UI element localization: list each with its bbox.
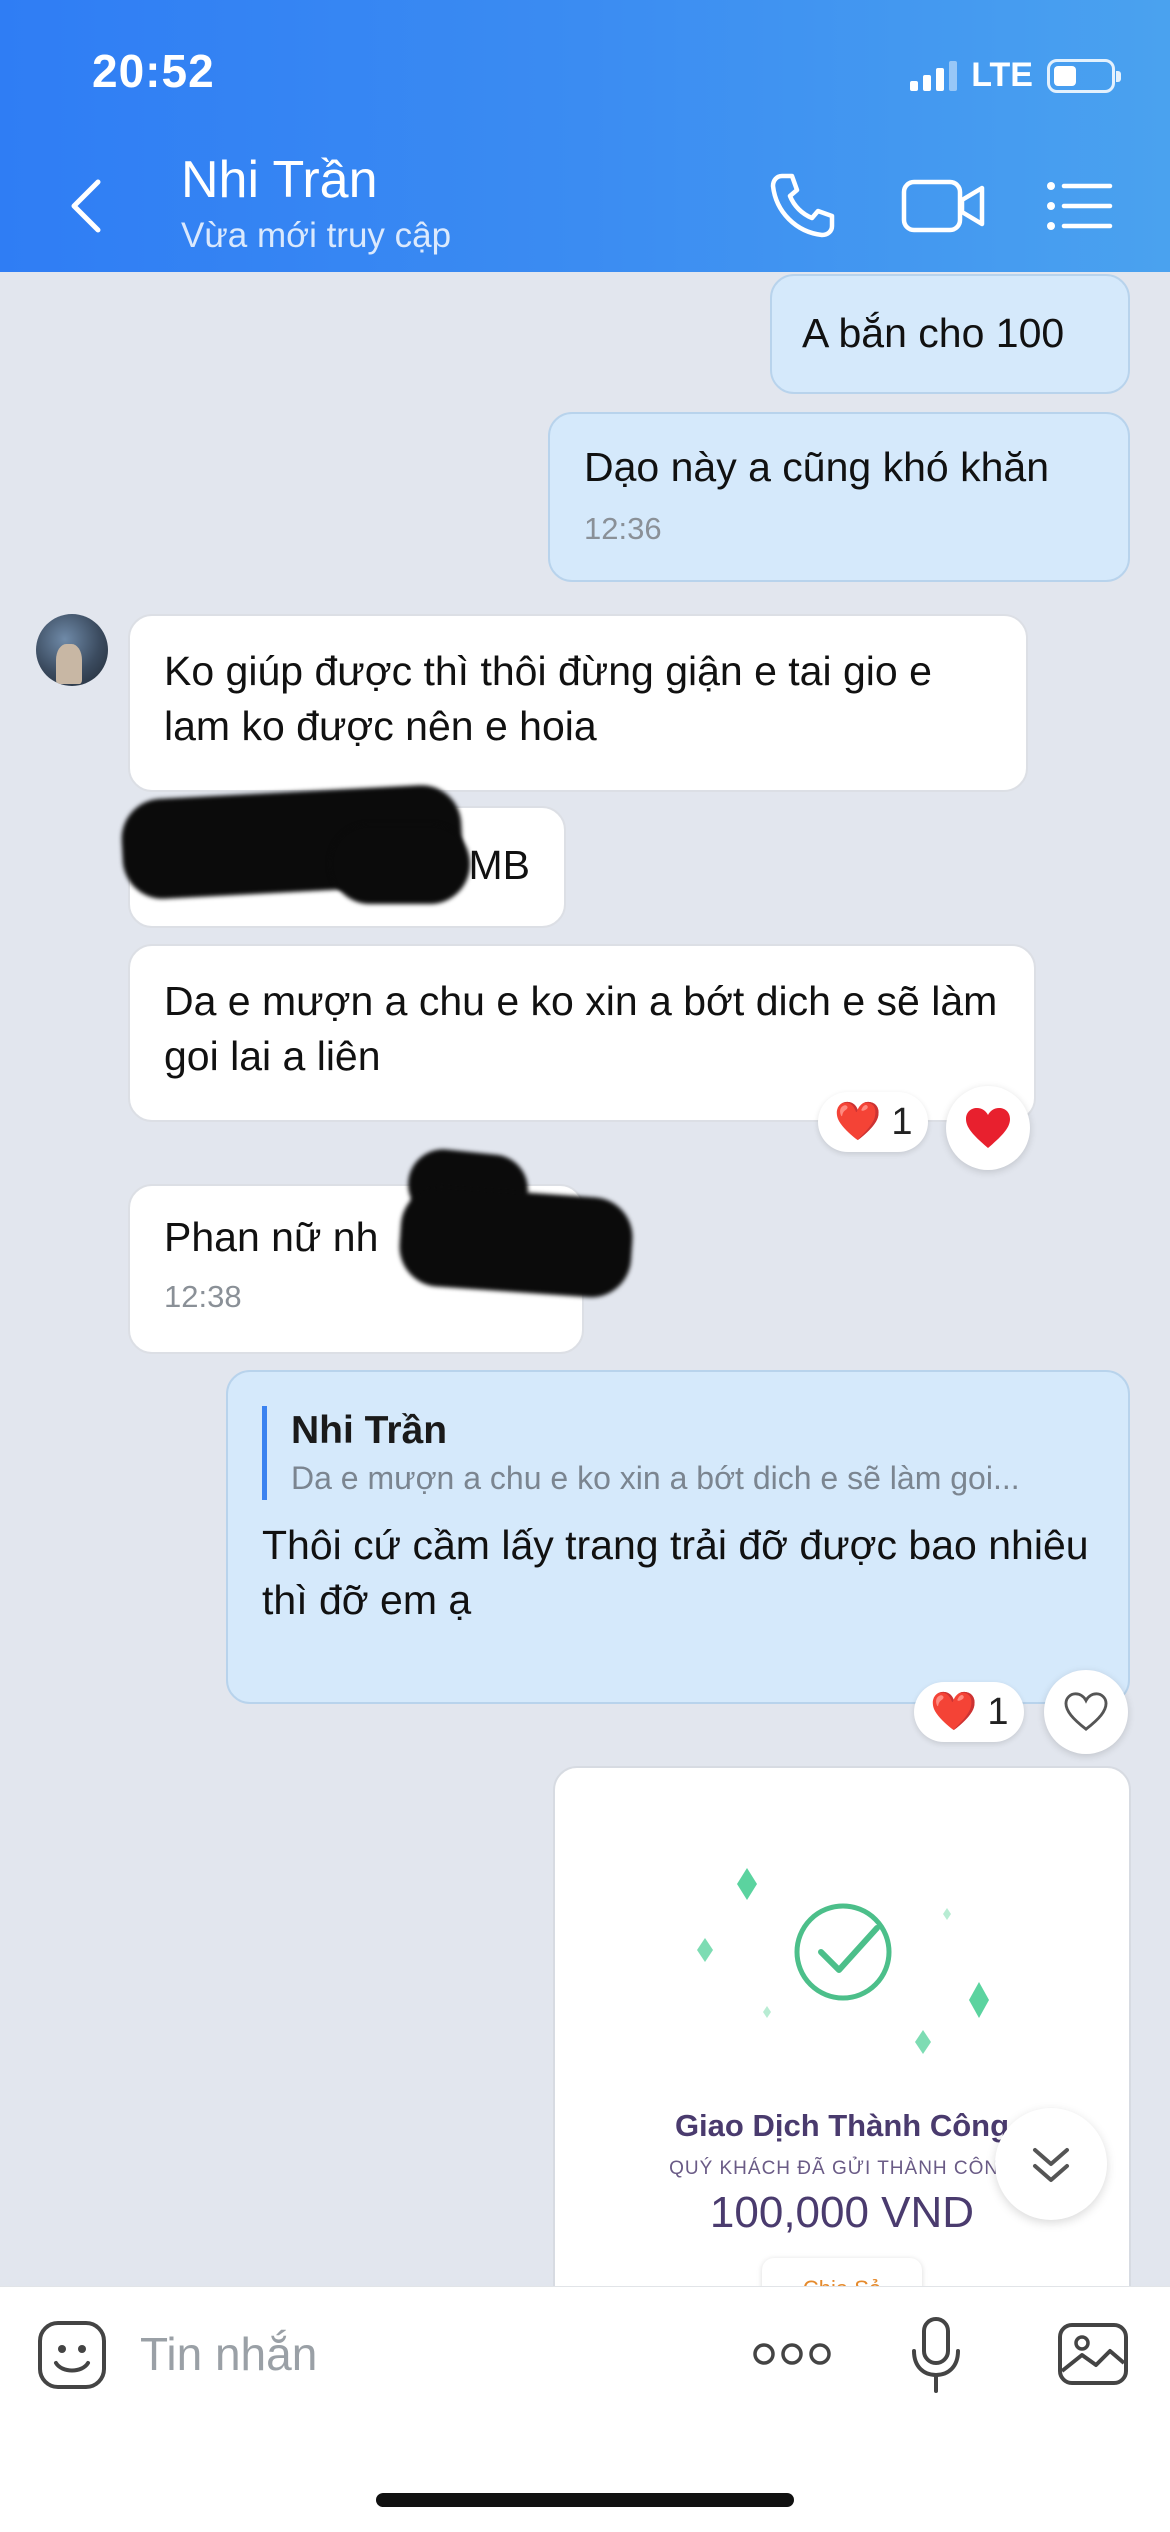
reaction-count[interactable]: ❤️ 1 (914, 1682, 1025, 1742)
message-bubble-incoming[interactable]: Ko giúp được thì thôi đừng giận e tai gi… (128, 614, 1028, 792)
react-button[interactable] (1044, 1670, 1128, 1754)
contact-status: Vừa mới truy cập (181, 216, 452, 255)
chevron-left-icon[interactable] (66, 178, 106, 234)
contact-name[interactable]: Nhi Trần (181, 150, 378, 210)
video-camera-icon[interactable] (900, 168, 988, 244)
reaction-number: 1 (987, 1690, 1009, 1733)
chat-header: 20:52 LTE Nhi Trần Vừa mới truy cập (0, 0, 1170, 272)
avatar[interactable] (36, 614, 108, 686)
status-time: 20:52 (92, 45, 215, 97)
message-text: Ko giúp được thì thôi đừng giận e tai gi… (164, 648, 932, 749)
home-indicator[interactable] (376, 2493, 794, 2507)
list-menu-icon[interactable] (1044, 168, 1114, 244)
gallery-icon[interactable] (1056, 2321, 1130, 2387)
transaction-receipt-image[interactable]: Giao Dịch Thành Công QUÝ KHÁCH ĐÃ GỬI TH… (553, 1766, 1131, 2326)
reply-quote-text: Da e mượn a chu e ko xin a bớt dich e sẽ… (291, 1460, 1020, 1496)
redaction-mark (330, 824, 470, 904)
message-text: MB (468, 842, 531, 888)
message-bubble-outgoing[interactable]: Dạo này a cũng khó khăn 12:36 (548, 412, 1130, 582)
emoji-icon[interactable] (36, 2319, 108, 2391)
more-icon[interactable] (752, 2339, 832, 2369)
heart-icon (966, 1108, 1010, 1148)
react-button[interactable] (946, 1086, 1030, 1170)
scroll-to-bottom-button[interactable] (995, 2108, 1107, 2220)
message-text: A bắn cho 100 (802, 310, 1065, 356)
signal-icon (910, 60, 958, 91)
reaction-count[interactable]: ❤️ 1 (818, 1092, 929, 1152)
battery-icon (1047, 58, 1121, 93)
message-input[interactable]: Tin nhắn (140, 2327, 317, 2381)
microphone-icon[interactable] (906, 2315, 966, 2397)
redaction-mark (396, 1184, 636, 1300)
double-chevron-down-icon (1033, 2148, 1069, 2182)
message-bubble-outgoing[interactable]: Nhi Trần Da e mượn a chu e ko xin a bớt … (226, 1370, 1130, 1704)
reply-quote-name: Nhi Trần (291, 1409, 448, 1452)
message-timestamp: 12:36 (584, 511, 662, 546)
message-text: Da e mượn a chu e ko xin a bớt dich e sẽ… (164, 978, 998, 1079)
phone-icon[interactable] (764, 168, 840, 244)
reaction-number: 1 (891, 1100, 913, 1143)
message-composer: Tin nhắn (0, 2286, 1170, 2532)
heart-outline-icon (1064, 1692, 1108, 1732)
network-label: LTE (971, 56, 1033, 94)
message-text: Dạo này a cũng khó khăn (584, 444, 1049, 490)
status-indicators: LTE (910, 56, 1121, 95)
heart-icon: ❤️ (930, 1691, 978, 1733)
message-bubble-outgoing[interactable]: A bắn cho 100 (770, 274, 1130, 394)
reply-quote[interactable]: Nhi Trần Da e mượn a chu e ko xin a bớt … (262, 1406, 1094, 1500)
message-text: Thôi cứ cầm lấy trang trải đỡ được bao n… (262, 1522, 1089, 1623)
success-check-icon (697, 1868, 989, 2054)
heart-icon: ❤️ (834, 1101, 882, 1143)
